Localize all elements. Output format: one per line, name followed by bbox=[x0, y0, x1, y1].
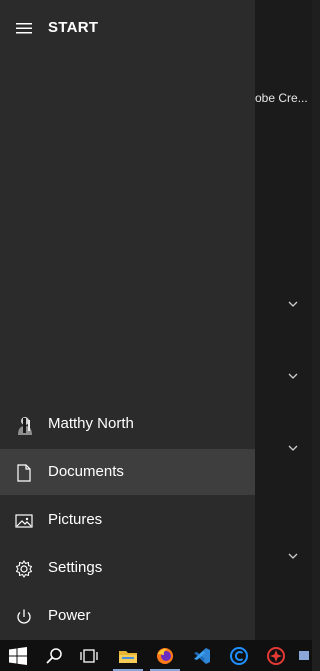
settings-label: Settings bbox=[48, 559, 103, 576]
power-item[interactable]: Power bbox=[0, 593, 255, 639]
document-icon bbox=[14, 463, 34, 483]
avatar bbox=[14, 415, 34, 435]
background-app-title: obe Cre... bbox=[255, 91, 308, 105]
documents-item[interactable]: Documents bbox=[0, 449, 255, 495]
chevron-down-icon[interactable] bbox=[287, 550, 299, 562]
hamburger-menu-icon[interactable] bbox=[14, 20, 34, 36]
user-name-label: Matthy North bbox=[48, 415, 134, 432]
app-red-taskbar-icon[interactable] bbox=[258, 640, 294, 671]
gear-icon bbox=[14, 559, 34, 579]
task-view-button[interactable] bbox=[71, 640, 107, 671]
settings-item[interactable]: Settings bbox=[0, 545, 255, 591]
picture-icon bbox=[14, 511, 34, 531]
search-button[interactable] bbox=[36, 640, 72, 671]
user-account-item[interactable]: Matthy North bbox=[0, 401, 255, 447]
firefox-taskbar-icon[interactable] bbox=[147, 640, 183, 671]
taskbar-overflow-icon[interactable] bbox=[295, 640, 312, 671]
visual-studio-code-taskbar-icon[interactable] bbox=[184, 640, 220, 671]
chevron-down-icon[interactable] bbox=[287, 442, 299, 454]
power-label: Power bbox=[48, 607, 91, 624]
app-c-taskbar-icon[interactable] bbox=[221, 640, 257, 671]
start-menu-panel: START Matthy North Documents Pictures Se… bbox=[0, 0, 255, 640]
documents-label: Documents bbox=[48, 463, 124, 480]
pictures-item[interactable]: Pictures bbox=[0, 497, 255, 543]
pictures-label: Pictures bbox=[48, 511, 103, 528]
windows-start-button[interactable] bbox=[0, 640, 36, 671]
file-explorer-taskbar-icon[interactable] bbox=[110, 640, 146, 671]
chevron-down-icon[interactable] bbox=[287, 370, 299, 382]
start-title: START bbox=[48, 19, 99, 36]
power-icon bbox=[14, 607, 34, 627]
start-header: START bbox=[0, 0, 255, 56]
chevron-down-icon[interactable] bbox=[287, 298, 299, 310]
taskbar bbox=[0, 640, 312, 671]
